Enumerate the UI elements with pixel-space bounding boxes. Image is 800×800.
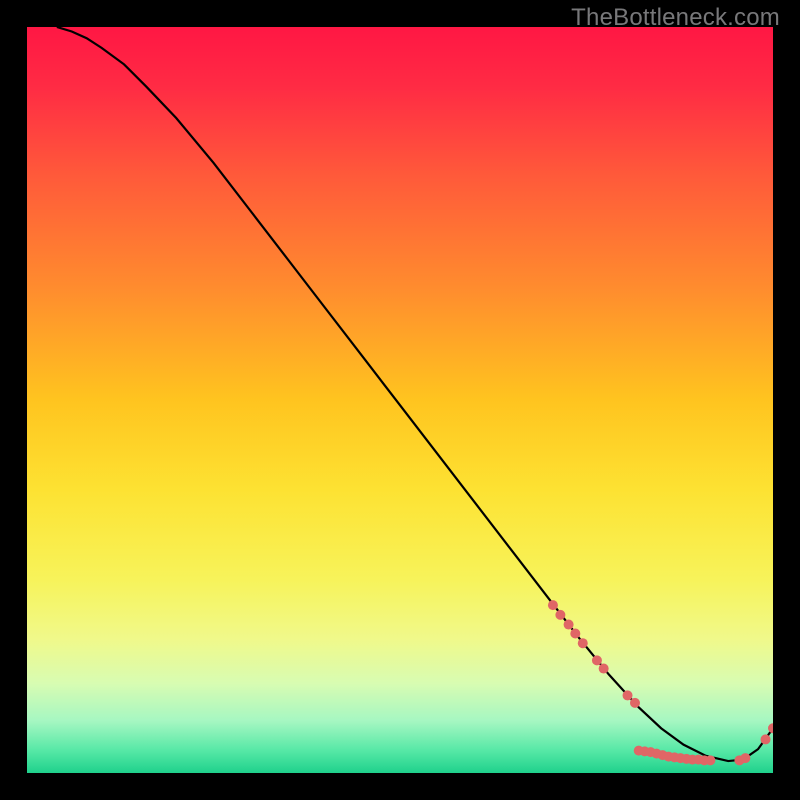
data-marker	[630, 698, 640, 708]
data-marker	[564, 620, 574, 630]
data-marker	[548, 600, 558, 610]
data-marker	[761, 734, 771, 744]
data-marker	[623, 690, 633, 700]
bottleneck-chart	[27, 27, 773, 773]
data-marker	[740, 753, 750, 763]
data-marker	[599, 664, 609, 674]
chart-container: TheBottleneck.com	[0, 0, 800, 800]
data-marker	[570, 629, 580, 639]
data-marker	[705, 755, 715, 765]
data-marker	[592, 655, 602, 665]
gradient-background	[27, 27, 773, 773]
data-marker	[555, 610, 565, 620]
data-marker	[578, 638, 588, 648]
plot-area	[27, 27, 773, 773]
